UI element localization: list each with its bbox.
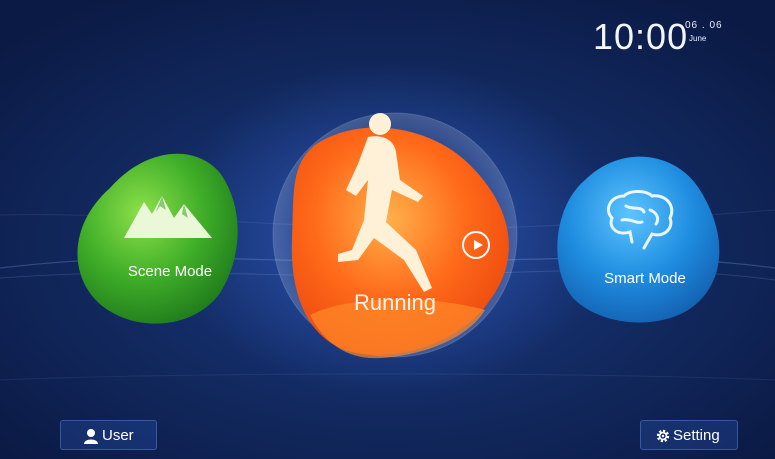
mountains-icon (124, 196, 212, 238)
scene-mode-tile[interactable]: Scene Mode (70, 148, 245, 328)
user-icon (84, 429, 98, 444)
scene-mode-label: Scene Mode (127, 263, 213, 280)
play-icon[interactable] (462, 231, 490, 259)
home-screen: 10:00 06 . 06 June Scene Mode Running Sm… (0, 0, 775, 459)
smart-mode-label: Smart Mode (604, 270, 686, 287)
clock-month: June (689, 34, 707, 43)
running-label: Running (354, 290, 436, 315)
user-button[interactable]: User (60, 420, 157, 450)
clock-date: 06 . 06 (685, 20, 723, 31)
clock-time: 10:00 (593, 16, 689, 57)
smart-mode-tile[interactable]: Smart Mode (550, 150, 730, 330)
setting-button[interactable]: Setting (640, 420, 738, 450)
setting-button-label: Setting (673, 427, 720, 444)
runner-icon (338, 113, 432, 292)
gear-icon (656, 429, 670, 443)
brain-icon (607, 190, 674, 250)
running-tile[interactable]: Running (270, 110, 530, 370)
user-button-label: User (102, 427, 134, 444)
